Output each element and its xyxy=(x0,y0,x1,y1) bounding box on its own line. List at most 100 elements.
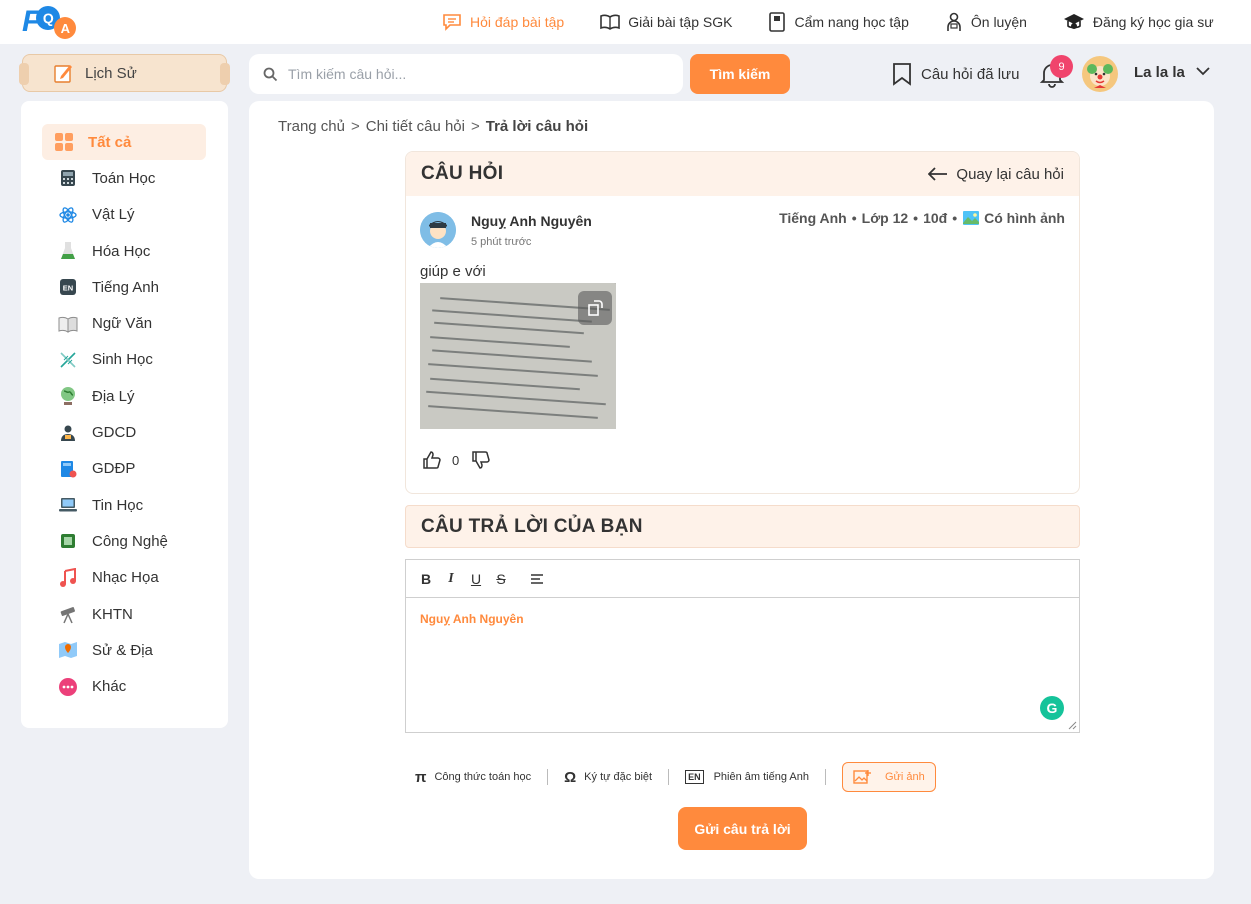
sidebar-item-khac[interactable]: Khác xyxy=(42,668,206,704)
tool-label: Công thức toán học xyxy=(434,771,532,783)
strikethrough-button[interactable]: S xyxy=(495,571,507,587)
question-image[interactable] xyxy=(420,283,616,429)
sidebar-item-label: GDCD xyxy=(92,424,137,442)
special-char-tool[interactable]: Ω Ký tự đặc biệt xyxy=(564,762,652,792)
bold-button[interactable]: B xyxy=(420,571,432,587)
sidebar-item-khtn[interactable]: KHTN xyxy=(42,596,206,632)
chip-icon xyxy=(58,531,78,551)
sidebar-item-dia-ly[interactable]: Địa Lý xyxy=(42,378,206,414)
answer-editor: B I U S Nguỵ Anh Nguyên G xyxy=(405,559,1080,733)
nav-on-luyen[interactable]: Ôn luyện xyxy=(945,12,1027,32)
logo-a: A xyxy=(54,17,77,39)
clown-avatar-icon xyxy=(1087,64,1113,88)
italic-button[interactable]: I xyxy=(445,571,457,587)
sidebar-item-tat-ca[interactable]: Tất cả xyxy=(42,124,206,161)
svg-text:EN: EN xyxy=(63,284,73,293)
thumbs-down-icon[interactable] xyxy=(471,450,491,470)
question-points: 10đ xyxy=(923,210,948,226)
logo[interactable]: F Q A xyxy=(22,4,77,40)
back-to-question-link[interactable]: Quay lại câu hỏi xyxy=(928,166,1064,183)
author-mention: Nguỵ Anh Nguyên xyxy=(420,612,524,626)
tool-label: Gửi ảnh xyxy=(885,771,925,783)
sidebar-item-label: Sử & Địa xyxy=(92,641,153,659)
sidebar-item-toan-hoc[interactable]: Toán Học xyxy=(42,160,206,196)
sidebar-item-gddp[interactable]: GDĐP xyxy=(42,451,206,487)
nav-dang-ky-gia-su[interactable]: Đăng ký học gia sư xyxy=(1063,12,1214,32)
resize-handle-icon[interactable] xyxy=(1067,720,1077,730)
breadcrumb-separator: > xyxy=(350,118,360,135)
user-name[interactable]: La la la xyxy=(1134,64,1185,81)
flask-icon xyxy=(58,241,78,261)
handbook-icon xyxy=(769,12,786,32)
sidebar-item-label: Hóa Học xyxy=(92,242,151,260)
answer-textarea[interactable]: Nguỵ Anh Nguyên xyxy=(406,598,1079,640)
list-icon[interactable] xyxy=(530,573,544,585)
music-icon xyxy=(58,567,78,588)
nav-giai-bai-tap[interactable]: Giải bài tập SGK xyxy=(600,13,732,31)
sidebar-item-label: Vật Lý xyxy=(92,206,135,224)
rotate-image-button[interactable] xyxy=(578,291,612,325)
question-time: 5 phút trước xyxy=(471,236,532,248)
breadcrumb-detail[interactable]: Chi tiết câu hỏi xyxy=(366,118,465,135)
vote-bar: 0 xyxy=(422,450,491,470)
question-meta: Tiếng Anh • Lớp 12 • 10đ • Có hình ảnh xyxy=(779,210,1065,226)
asker-name[interactable]: Nguỵ Anh Nguyên xyxy=(471,213,592,229)
divider xyxy=(668,769,670,785)
nav-cam-nang[interactable]: Cẩm nang học tập xyxy=(768,12,909,32)
thumbs-up-icon[interactable] xyxy=(422,450,442,470)
subject-sidebar: Tất cả Toán Học Vật Lý Hóa Học EN Tiếng … xyxy=(21,101,228,728)
pencil-note-icon xyxy=(54,65,72,83)
citizen-icon xyxy=(58,423,78,443)
user-avatar[interactable] xyxy=(1082,56,1118,92)
editor-toolbar: B I U S xyxy=(406,560,1079,598)
tool-label: Phiên âm tiếng Anh xyxy=(713,771,809,783)
chevron-down-icon[interactable] xyxy=(1196,66,1210,76)
sidebar-item-label: Địa Lý xyxy=(92,387,135,405)
saved-questions-link[interactable]: Câu hỏi đã lưu xyxy=(891,60,1019,88)
has-image-label: Có hình ảnh xyxy=(984,210,1065,226)
send-image-tool[interactable]: Gửi ảnh xyxy=(842,762,936,792)
sidebar-item-su-dia[interactable]: Sử & Địa xyxy=(42,632,206,668)
local-book-icon xyxy=(58,459,78,479)
sidebar-item-tieng-anh[interactable]: EN Tiếng Anh xyxy=(42,269,206,305)
sidebar-item-sinh-hoc[interactable]: Sinh Học xyxy=(42,342,206,378)
math-formula-tool[interactable]: π Công thức toán học xyxy=(415,762,531,792)
sidebar-item-nhac-hoa[interactable]: Nhạc Họa xyxy=(42,560,206,596)
sidebar-item-label: Tin Học xyxy=(92,496,144,514)
sidebar-item-hoa-hoc[interactable]: Hóa Học xyxy=(42,233,206,269)
laptop-icon xyxy=(58,495,78,515)
sidebar-item-ngu-van[interactable]: Ngữ Văn xyxy=(42,305,206,341)
subject-selector[interactable]: Lịch Sử xyxy=(19,54,230,92)
underline-button[interactable]: U xyxy=(470,571,482,587)
rotate-icon xyxy=(588,300,603,316)
dna-icon xyxy=(58,350,78,370)
back-label: Quay lại câu hỏi xyxy=(956,165,1064,183)
search-input[interactable] xyxy=(288,66,668,82)
calculator-icon xyxy=(58,168,78,188)
breadcrumb-separator: > xyxy=(470,118,480,135)
search-button[interactable]: Tìm kiếm xyxy=(690,54,790,94)
student-icon xyxy=(947,12,961,31)
question-card: CÂU HỎI Quay lại câu hỏi Nguỵ Anh Nguyên… xyxy=(405,151,1080,494)
grammarly-icon[interactable]: G xyxy=(1040,696,1064,720)
nav-label: Giải bài tập SGK xyxy=(628,14,733,30)
sidebar-item-vat-ly[interactable]: Vật Lý xyxy=(42,197,206,233)
more-icon xyxy=(58,677,78,697)
image-add-icon xyxy=(853,770,871,784)
question-subject: Tiếng Anh xyxy=(779,210,847,226)
nav-hoi-dap[interactable]: Hỏi đáp bài tập xyxy=(442,13,564,31)
telescope-icon xyxy=(58,604,78,624)
grid-icon xyxy=(54,132,74,152)
sidebar-item-tin-hoc[interactable]: Tin Học xyxy=(42,487,206,523)
asker-avatar[interactable] xyxy=(420,212,456,248)
question-header: CÂU HỎI Quay lại câu hỏi xyxy=(406,152,1079,196)
breadcrumb-home[interactable]: Trang chủ xyxy=(278,118,345,135)
sidebar-item-gdcd[interactable]: GDCD xyxy=(42,414,206,450)
question-text: giúp e với xyxy=(420,263,486,280)
meta-dot: • xyxy=(952,210,958,226)
submit-answer-button[interactable]: Gửi câu trả lời xyxy=(678,807,807,850)
map-icon xyxy=(58,640,78,660)
sidebar-item-cong-nghe[interactable]: Công Nghệ xyxy=(42,523,206,559)
phonetic-tool[interactable]: EN Phiên âm tiếng Anh xyxy=(685,762,809,792)
en-icon: EN xyxy=(58,277,78,297)
